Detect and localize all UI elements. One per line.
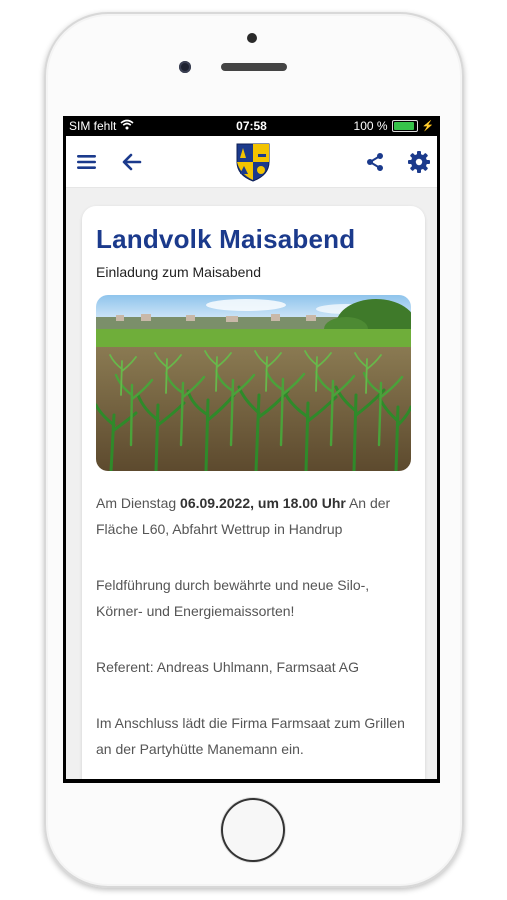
battery-icon xyxy=(391,120,418,132)
gear-icon[interactable] xyxy=(406,149,432,175)
lightning-icon: ⚡ xyxy=(421,120,434,132)
status-bar: SIM fehlt 07:58 100 % ⚡ xyxy=(63,116,440,136)
paragraph-speaker: Referent: Andreas Uhlmann, Farmsaat AG xyxy=(96,659,360,675)
article-title: Landvolk Maisabend xyxy=(96,224,356,254)
proximity-sensor xyxy=(247,33,257,43)
battery-percent: 100 % xyxy=(353,119,388,133)
app-view: Landvolk Maisabend Einladung zum Maisabe… xyxy=(66,136,437,779)
corn-field-photo xyxy=(96,295,411,471)
coat-of-arms-logo xyxy=(234,142,272,182)
paragraph-field-tour: Feldführung durch bewährte und neue Silo… xyxy=(96,577,370,619)
status-right: 100 % ⚡ xyxy=(354,119,434,133)
front-camera xyxy=(179,61,191,73)
top-navbar xyxy=(66,136,437,188)
date-prefix: Am Dienstag xyxy=(96,495,181,511)
date-time-bold: 06.09.2022, um 18.00 Uhr xyxy=(180,495,346,511)
home-button[interactable] xyxy=(221,798,285,862)
earpiece-speaker xyxy=(221,63,287,71)
share-icon[interactable] xyxy=(362,149,388,175)
article-card: Landvolk Maisabend Einladung zum Maisabe… xyxy=(82,206,425,779)
arrow-left-icon[interactable] xyxy=(119,149,145,175)
article-subtitle: Einladung zum Maisabend xyxy=(96,264,261,280)
phone-screen: SIM fehlt 07:58 100 % ⚡ Landvolk Maisabe… xyxy=(63,116,440,783)
paragraph-date-location: Am Dienstag 06.09.2022, um 18.00 Uhr An … xyxy=(96,490,406,542)
paragraph-barbecue: Im Anschluss lädt die Firma Farmsaat zum… xyxy=(96,715,405,757)
hamburger-menu-icon[interactable] xyxy=(74,149,100,175)
